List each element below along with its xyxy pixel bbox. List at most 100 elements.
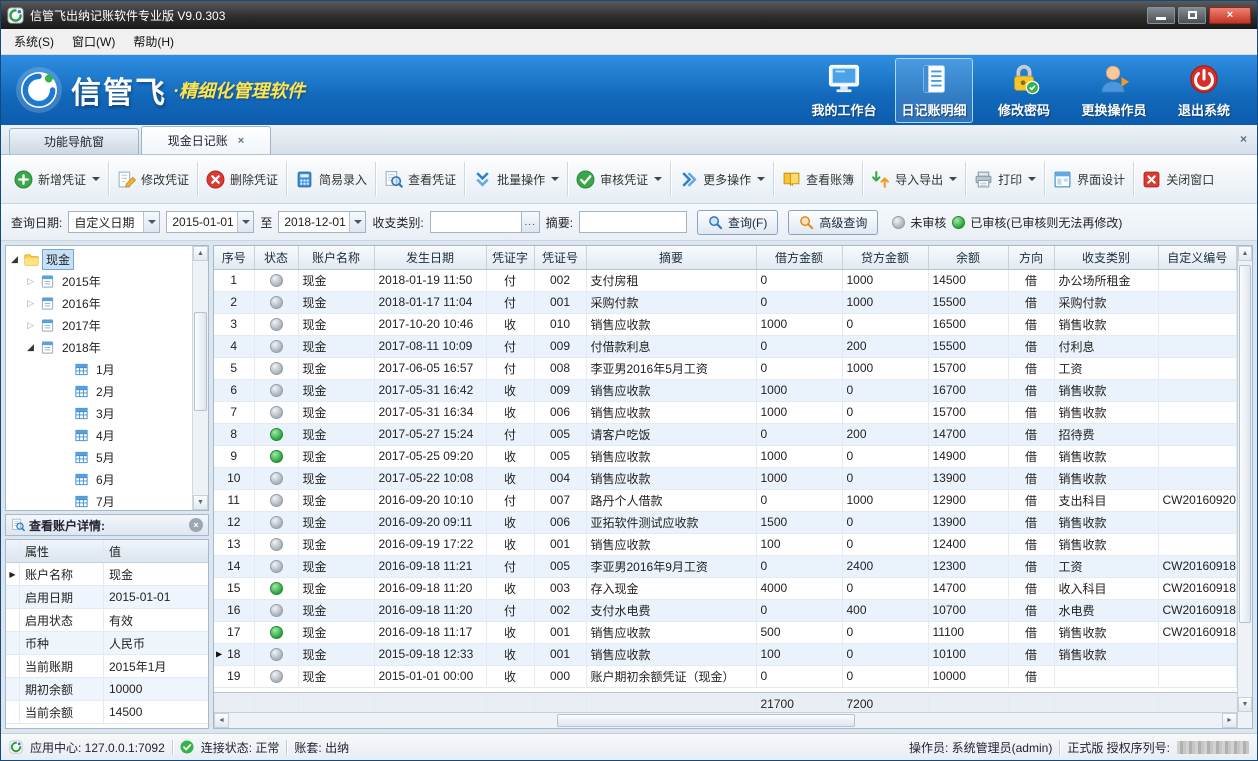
toolbar-button-impexp[interactable]: 导入导出 [864,163,964,196]
journal-row-13[interactable]: 13现金2016-09-19 17:22收001销售应收款100012400借销… [214,533,1237,555]
menu-item-1[interactable]: 窗口(W) [63,29,124,54]
journal-row-15[interactable]: 15现金2016-09-18 11:20收003存入现金4000014700借收… [214,577,1237,599]
grid-header-6[interactable]: 摘要 [586,246,756,269]
grid-header-2[interactable]: 账户名称 [298,246,374,269]
tree-item-year-2016[interactable]: ▷2016年 [6,292,192,314]
grid-header-9[interactable]: 余额 [928,246,1008,269]
journal-row-8[interactable]: 8现金2017-05-27 15:24付005请客户吃饭020014700借招待… [214,423,1237,445]
toolbar-button-entry[interactable]: 简易录入 [288,163,374,196]
expander-open-icon[interactable]: ◢ [8,254,21,265]
toolbar-button-more[interactable]: 更多操作 [672,163,772,196]
toolbar-button-closewin[interactable]: 关闭窗口 [1135,163,1221,196]
toolbar-button-book[interactable]: 查看账簿 [775,163,861,196]
horizontal-scrollbar[interactable]: ◄ ► [214,712,1237,728]
details-row[interactable]: ▶账户名称现金 [6,563,208,586]
tab-1[interactable]: 现金日记账× [141,126,271,154]
journal-row-18[interactable]: ▶18现金2015-09-18 12:33收001销售应收款100010100借… [214,643,1237,665]
tree-item-year-2015[interactable]: ▷2015年 [6,270,192,292]
journal-row-7[interactable]: 7现金2017-05-31 16:34收006销售应收款1000015700借销… [214,401,1237,423]
scrollbar-track[interactable] [1238,261,1252,697]
banner-action-lock[interactable]: 修改密码 [985,58,1063,123]
toolbar-button-design[interactable]: 界面设计 [1046,163,1132,196]
chevron-down-icon[interactable] [349,212,365,232]
details-close-icon[interactable]: × [189,518,203,532]
toolbar-button-edit[interactable]: 修改凭证 [110,163,196,196]
details-row[interactable]: 币种人民币 [6,632,208,655]
scrollbar-track[interactable] [229,713,1222,728]
tree-item-month-3[interactable]: 3月 [6,402,192,424]
tab-close-icon[interactable]: × [238,135,244,147]
toolbar-button-view[interactable]: 查看凭证 [377,163,463,196]
tree-item-month-4[interactable]: 4月 [6,424,192,446]
expander-closed-icon[interactable]: ▷ [24,298,37,309]
journal-row-9[interactable]: 9现金2017-05-25 09:20收005销售应收款1000014900借销… [214,445,1237,467]
category-picker-button[interactable]: ... [522,211,540,233]
grid-header-12[interactable]: 自定义编号 [1158,246,1237,269]
toolbar-button-add[interactable]: 新增凭证 [7,163,107,196]
journal-row-16[interactable]: 16现金2016-09-18 11:20付002支付水电费040010700借水… [214,599,1237,621]
tree-item-month-5[interactable]: 5月 [6,446,192,468]
grid-header-4[interactable]: 凭证字 [486,246,534,269]
scrollbar-track[interactable] [193,261,208,495]
date-from-picker[interactable]: 2015-01-01 [166,211,254,233]
tree-item-year-2018[interactable]: ◢2018年 [6,336,192,358]
grid-header-11[interactable]: 收支类别 [1054,246,1158,269]
grid-header-8[interactable]: 贷方金额 [842,246,928,269]
chevron-down-icon[interactable] [143,212,159,232]
grid-header-5[interactable]: 凭证号 [534,246,586,269]
grid-header-0[interactable]: 序号 [214,246,254,269]
summary-input[interactable] [579,211,687,233]
tab-0[interactable]: 功能导航窗 [9,128,139,154]
journal-row-19[interactable]: 19现金2015-01-01 00:00收000账户期初余额凭证（现金）0010… [214,665,1237,687]
tree-scrollbar[interactable]: ▲ ▼ [192,246,208,510]
toolbar-button-batch[interactable]: 批量操作 [466,163,566,196]
tree-item-month-1[interactable]: 1月 [6,358,192,380]
journal-row-10[interactable]: 10现金2017-05-22 10:08收004销售应收款1000013900借… [214,467,1237,489]
scroll-left-icon[interactable]: ◄ [214,713,229,728]
minimize-button[interactable] [1147,7,1175,24]
table-scrollbar[interactable]: ▲ ▼ [1237,245,1253,729]
category-input[interactable] [430,211,522,233]
journal-row-17[interactable]: 17现金2016-09-18 11:17收001销售应收款500011100借销… [214,621,1237,643]
tree-item-year-2017[interactable]: ▷2017年 [6,314,192,336]
close-button[interactable]: × [1209,7,1251,24]
scroll-up-icon[interactable]: ▲ [193,246,208,261]
panel-close-icon[interactable]: × [1240,132,1247,146]
menu-item-2[interactable]: 帮助(H) [124,29,183,54]
details-row[interactable]: 当前余额14500 [6,701,208,724]
scroll-down-icon[interactable]: ▼ [193,495,208,510]
tree-item-month-2[interactable]: 2月 [6,380,192,402]
toolbar-button-print[interactable]: 打印 [967,163,1043,196]
journal-row-14[interactable]: 14现金2016-09-18 11:21付005李亚男2016年9月工资0240… [214,555,1237,577]
tree-item-month-6[interactable]: 6月 [6,468,192,490]
journal-row-3[interactable]: 3现金2017-10-20 10:46收010销售应收款1000016500借销… [214,313,1237,335]
journal-row-11[interactable]: 11现金2016-09-20 10:10付007路丹个人借款0100012900… [214,489,1237,511]
advanced-search-button[interactable]: 高级查询 [788,210,878,235]
details-row[interactable]: 期初余额10000 [6,678,208,701]
details-row[interactable]: 当前账期2015年1月 [6,655,208,678]
scrollbar-thumb[interactable] [1239,265,1251,623]
scrollbar-thumb[interactable] [557,714,855,727]
grid-header-7[interactable]: 借方金额 [756,246,842,269]
banner-action-monitor[interactable]: 我的工作台 [805,58,883,123]
date-to-picker[interactable]: 2018-12-01 [278,211,366,233]
details-row[interactable]: 启用日期2015-01-01 [6,586,208,609]
tree-item-month-7[interactable]: 7月 [6,490,192,510]
scroll-down-icon[interactable]: ▼ [1238,697,1252,712]
journal-row-5[interactable]: 5现金2017-06-05 16:57付008李亚男2016年5月工资01000… [214,357,1237,379]
maximize-button[interactable] [1178,7,1206,24]
journal-row-1[interactable]: 1现金2018-01-19 11:50付002支付房租0100014500借办公… [214,269,1237,291]
grid-header-3[interactable]: 发生日期 [374,246,486,269]
banner-action-journal[interactable]: 日记账明细 [895,58,973,123]
grid-header-1[interactable]: 状态 [254,246,298,269]
scroll-right-icon[interactable]: ► [1222,713,1237,728]
journal-row-12[interactable]: 12现金2016-09-20 09:11收006亚拓软件测试应收款1500013… [214,511,1237,533]
scrollbar-thumb[interactable] [194,312,207,410]
expander-closed-icon[interactable]: ▷ [24,320,37,331]
details-row[interactable]: 启用状态有效 [6,609,208,632]
grid-header-10[interactable]: 方向 [1008,246,1054,269]
tree-item-cash[interactable]: ◢现金 [6,248,192,270]
journal-row-4[interactable]: 4现金2017-08-11 10:09付009付借款利息020015500借付利… [214,335,1237,357]
journal-row-2[interactable]: 2现金2018-01-17 11:04付001采购付款0100015500借采购… [214,291,1237,313]
menu-item-0[interactable]: 系统(S) [5,29,63,54]
